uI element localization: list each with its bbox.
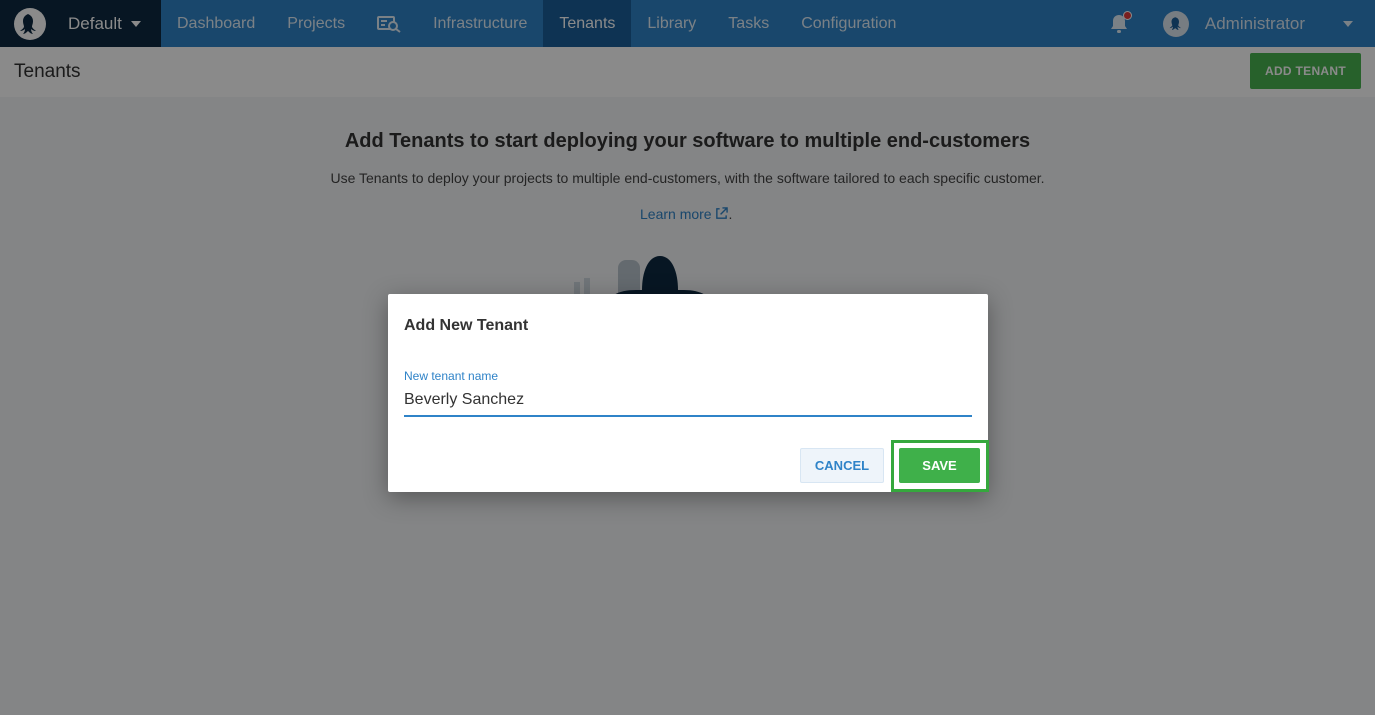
dialog-title: Add New Tenant	[404, 317, 529, 334]
tenant-name-label: New tenant name	[404, 369, 499, 383]
tenant-name-input[interactable]	[404, 388, 972, 417]
add-tenant-dialog: Add New Tenant New tenant name CANCEL SA…	[388, 294, 989, 492]
cancel-button[interactable]: CANCEL	[800, 448, 884, 483]
save-button[interactable]: SAVE	[899, 448, 980, 483]
